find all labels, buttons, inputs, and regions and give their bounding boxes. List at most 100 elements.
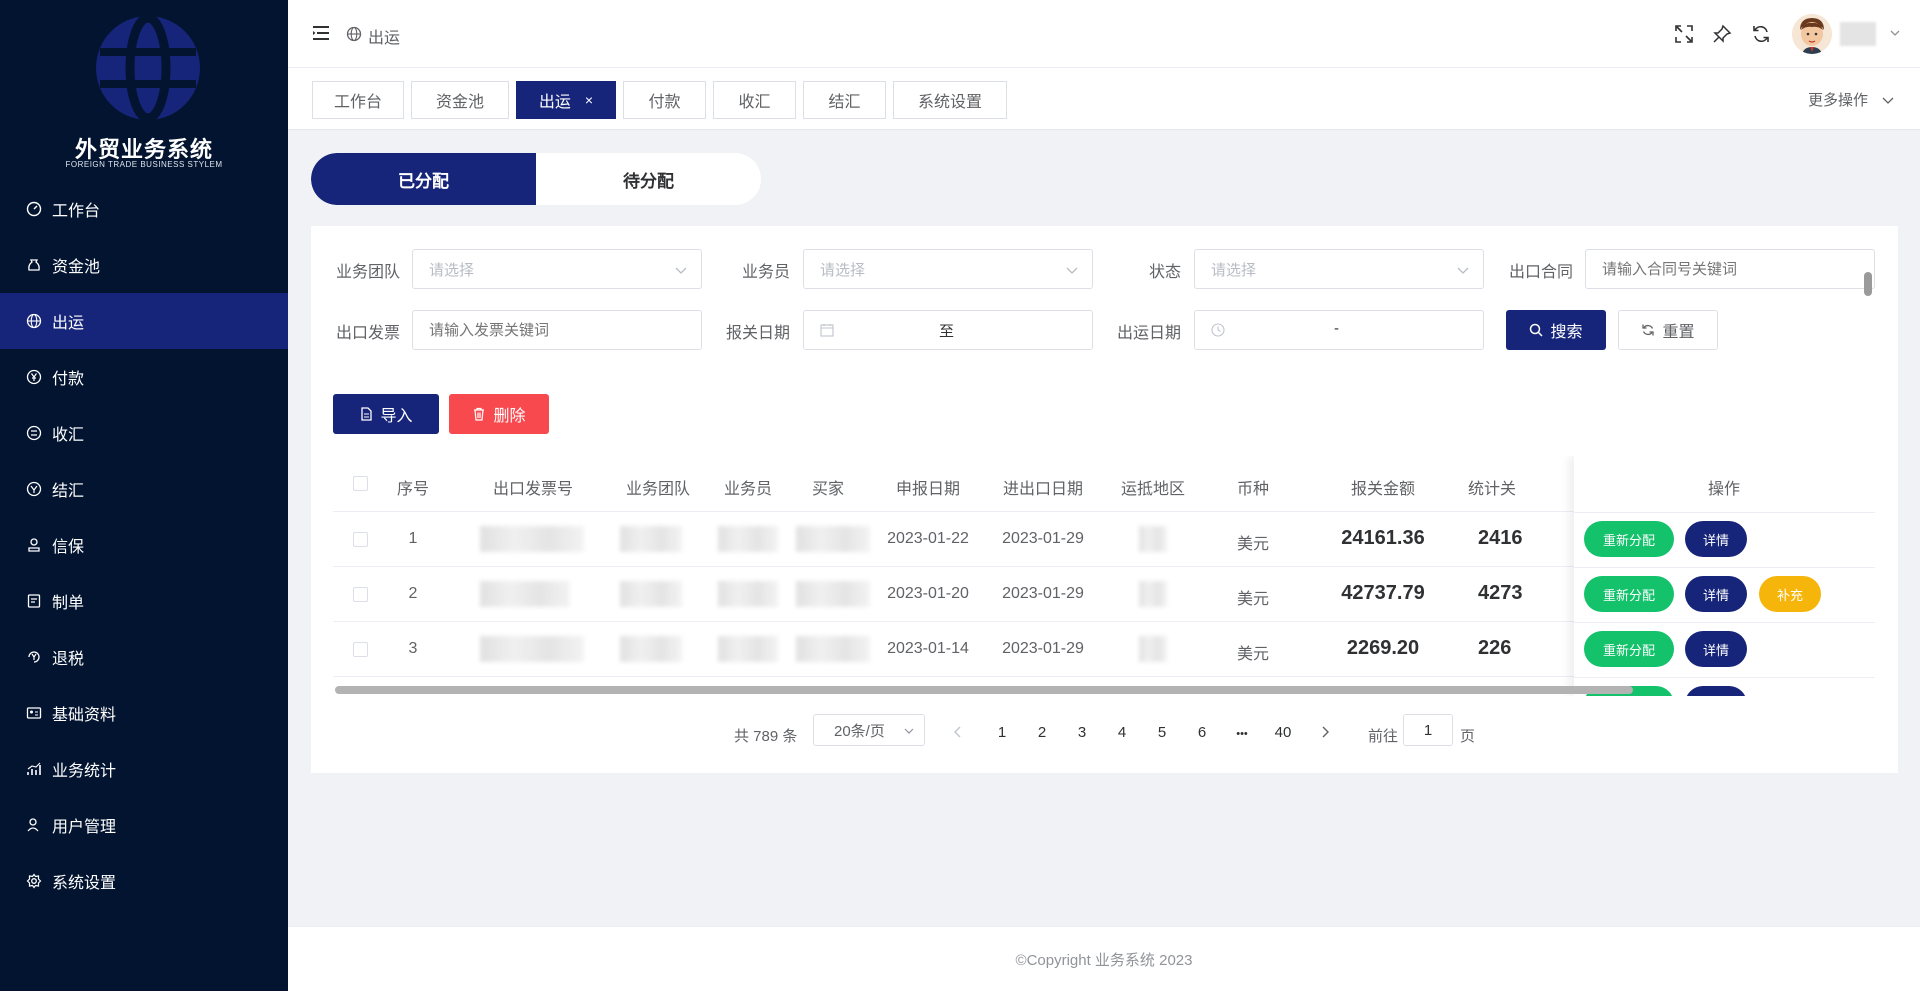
sales-label: 业务员	[742, 264, 791, 281]
fullscreen-icon[interactable]	[1674, 24, 1694, 44]
sidebar-item-user-management[interactable]: 用户管理	[0, 797, 288, 853]
reassign-button[interactable]: 重新分配	[1584, 521, 1674, 557]
sidebar-item-label: 工作台	[52, 203, 101, 220]
chevron-down-icon	[675, 267, 687, 274]
next-page-icon[interactable]	[1320, 726, 1330, 738]
search-button[interactable]: 搜索	[1506, 310, 1606, 350]
chevron-down-icon[interactable]	[1890, 28, 1900, 38]
tab-system-settings[interactable]: 系统设置	[893, 81, 1007, 119]
sidebar-item-receipt[interactable]: 收汇	[0, 405, 288, 461]
sidebar-item-tax-refund[interactable]: 退税	[0, 629, 288, 685]
chevron-down-icon[interactable]	[1882, 94, 1894, 106]
reset-button[interactable]: 重置	[1618, 310, 1718, 350]
more-operations-dropdown[interactable]: 更多操作	[1808, 89, 1868, 110]
goto-page-input[interactable]: 1	[1403, 714, 1453, 746]
gear-icon	[26, 873, 42, 889]
sidebar-item-label: 用户管理	[52, 819, 117, 836]
invoice-label: 出口发票	[336, 325, 401, 342]
page-3[interactable]: 3	[1072, 724, 1092, 741]
detail-button[interactable]: 详情	[1685, 521, 1747, 557]
page-1[interactable]: 1	[992, 724, 1012, 741]
sidebar-item-basic-data[interactable]: 基础资料	[0, 685, 288, 741]
sidebar-item-payment[interactable]: 付款	[0, 349, 288, 405]
page-size-select[interactable]: 20条/页	[813, 714, 925, 746]
ship-date-range[interactable]	[1194, 310, 1484, 350]
sidebar-item-label: 付款	[52, 371, 85, 388]
tab-payment[interactable]: 付款	[623, 81, 706, 119]
import-button[interactable]: 导入	[333, 394, 439, 434]
tab-shipment[interactable]: 出运 ×	[516, 81, 616, 119]
sidebar-item-fund-pool[interactable]: 资金池	[0, 237, 288, 293]
breadcrumb[interactable]: 出运	[368, 24, 400, 48]
dashboard-icon	[26, 201, 42, 217]
team-redacted	[620, 581, 682, 607]
tab-workbench[interactable]: 工作台	[312, 81, 404, 119]
prev-page-icon[interactable]	[953, 726, 963, 738]
region-redacted	[1139, 636, 1167, 662]
ship-date-separator: -	[1334, 320, 1339, 337]
pin-icon[interactable]	[1712, 24, 1732, 44]
select-all-checkbox[interactable]	[353, 476, 368, 491]
top-header: 出运	[288, 0, 1920, 68]
document-icon	[361, 407, 373, 421]
contract-input[interactable]	[1585, 249, 1875, 289]
vertical-scrollbar[interactable]	[1864, 272, 1872, 296]
currency: 美元	[1236, 591, 1269, 608]
detail-button[interactable]: 详情	[1685, 576, 1747, 612]
delete-button[interactable]: 删除	[449, 394, 549, 434]
sidebar-item-credit-insurance[interactable]: 信保	[0, 517, 288, 573]
footer: ©Copyright 业务系统 2023	[288, 926, 1920, 991]
unassigned-tab[interactable]: 待分配	[536, 153, 761, 205]
page-40[interactable]: 40	[1272, 724, 1294, 741]
sidebar-item-settlement[interactable]: 结汇	[0, 461, 288, 517]
detail-button[interactable]: 详情	[1685, 631, 1747, 667]
supplement-button[interactable]: 补充	[1759, 576, 1821, 612]
region-redacted	[1139, 581, 1167, 607]
menu-toggle-icon[interactable]	[312, 24, 330, 42]
globe-icon	[26, 313, 42, 329]
column-header: 序号	[396, 481, 429, 498]
page-5[interactable]: 5	[1152, 724, 1172, 741]
region-redacted	[1139, 526, 1167, 552]
total-count: 共 789 条	[734, 728, 798, 745]
tab-label: 收汇	[738, 94, 771, 111]
close-icon[interactable]: ×	[585, 92, 593, 108]
page-2[interactable]: 2	[1032, 724, 1052, 741]
tab-receipt[interactable]: 收汇	[713, 81, 796, 119]
tab-label: 工作台	[333, 94, 382, 111]
assigned-tab[interactable]: 已分配	[311, 153, 536, 205]
tab-settlement[interactable]: 结汇	[803, 81, 886, 119]
column-header: 操作	[1707, 481, 1740, 498]
sales-select[interactable]: 请选择	[803, 249, 1093, 289]
invoice-number-redacted	[480, 526, 584, 552]
sidebar-item-statistics[interactable]: 业务统计	[0, 741, 288, 797]
reassign-button[interactable]: 重新分配	[1584, 631, 1674, 667]
sidebar-item-label: 信保	[52, 539, 85, 556]
page-4[interactable]: 4	[1112, 724, 1132, 741]
user-name[interactable]	[1840, 22, 1876, 46]
sidebar-item-shipment[interactable]: 出运	[0, 293, 288, 349]
declared-amount: 24161.36	[1341, 527, 1425, 549]
user-icon	[26, 817, 42, 833]
sidebar-item-workbench[interactable]: 工作台	[0, 181, 288, 237]
row-checkbox[interactable]	[353, 587, 368, 602]
detail-button[interactable]	[1685, 686, 1747, 696]
sidebar-item-system-settings[interactable]: 系统设置	[0, 853, 288, 909]
row-checkbox[interactable]	[353, 532, 368, 547]
refresh-icon[interactable]	[1751, 24, 1771, 44]
invoice-input[interactable]	[412, 310, 702, 350]
status-select[interactable]: 请选择	[1194, 249, 1484, 289]
reassign-button[interactable]: 重新分配	[1584, 576, 1674, 612]
tax-refund-icon	[26, 649, 42, 665]
tab-fund-pool[interactable]: 资金池	[411, 81, 509, 119]
copyright: ©Copyright 业务系统 2023	[1015, 952, 1193, 969]
sidebar-item-documents[interactable]: 制单	[0, 573, 288, 629]
page-6[interactable]: 6	[1192, 724, 1212, 741]
row-checkbox[interactable]	[353, 642, 368, 657]
avatar[interactable]	[1792, 14, 1832, 54]
horizontal-scrollbar[interactable]	[335, 686, 1633, 694]
team-select[interactable]: 请选择	[412, 249, 702, 289]
chevron-down-icon	[1066, 267, 1078, 274]
page-ellipsis[interactable]: •••	[1232, 728, 1252, 740]
stats-icon	[26, 761, 42, 777]
